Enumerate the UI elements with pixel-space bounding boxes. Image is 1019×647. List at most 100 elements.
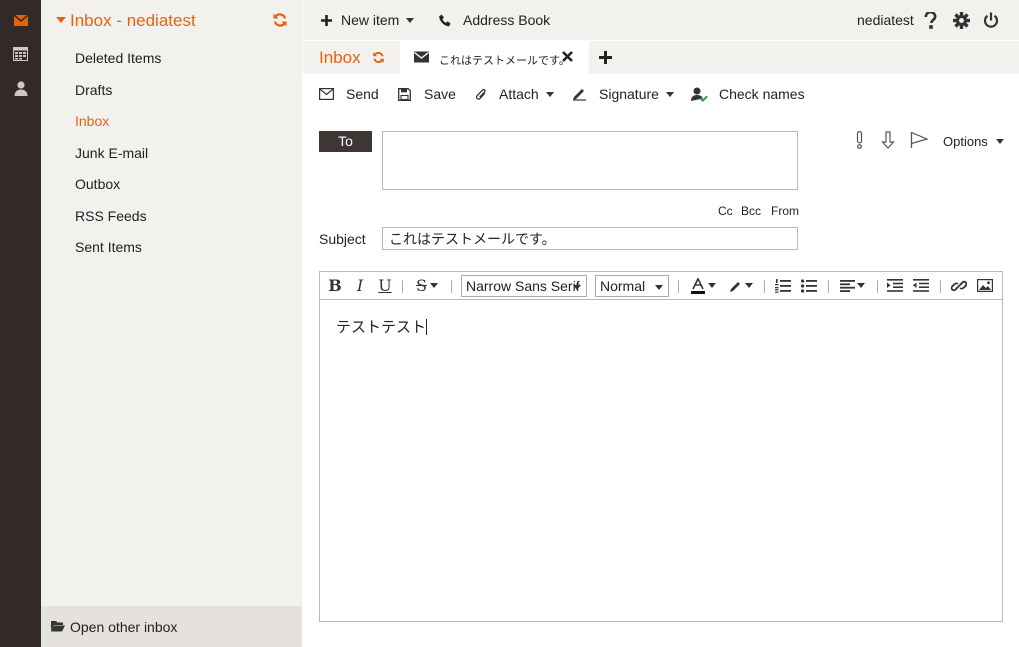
tab-compose-label: これはテストメールです。 — [439, 55, 570, 67]
toolbar-separator — [877, 280, 878, 293]
link-icon[interactable] — [948, 272, 970, 299]
subject-label: Subject — [319, 231, 366, 247]
to-recipients-field[interactable] — [382, 131, 798, 190]
add-tab-plus-icon[interactable] — [599, 51, 612, 64]
chevron-down-icon — [665, 91, 674, 97]
numbered-list-icon[interactable] — [772, 272, 794, 299]
signature-label: Signature — [599, 86, 659, 102]
text-cursor — [426, 319, 428, 335]
folder-panel: Inbox - nediatest Deleted Items Drafts I… — [41, 0, 302, 647]
power-icon[interactable] — [983, 0, 999, 40]
envelope-icon — [414, 51, 429, 63]
attach-button[interactable]: Attach — [475, 74, 554, 114]
folder-outbox[interactable]: Outbox — [75, 176, 120, 196]
bullet-list-icon[interactable] — [798, 272, 820, 299]
font-size-value: Normal — [600, 278, 646, 294]
cc-link[interactable]: Cc — [718, 204, 733, 218]
toolbar-separator — [451, 280, 452, 293]
folder-open-icon — [51, 620, 65, 632]
chevron-down-icon — [995, 139, 1004, 144]
low-importance-arrow-icon[interactable] — [881, 131, 895, 149]
highlight-pen-icon[interactable] — [726, 272, 756, 299]
from-link[interactable]: From — [771, 204, 799, 218]
contacts-icon[interactable] — [0, 71, 41, 105]
toolbar-separator — [764, 280, 765, 293]
folder-drafts[interactable]: Drafts — [75, 82, 112, 102]
paperclip-icon — [475, 87, 487, 102]
refresh-icon[interactable] — [272, 12, 288, 28]
attach-label: Attach — [499, 86, 539, 102]
open-other-inbox-label: Open other inbox — [70, 619, 178, 635]
tab-bar: Inbox これはテストメールです。 — [303, 41, 1019, 74]
calendar-icon[interactable] — [0, 37, 41, 71]
refresh-icon[interactable] — [372, 51, 385, 64]
to-button[interactable]: To — [319, 131, 372, 152]
floppy-icon — [398, 87, 411, 101]
bold-icon[interactable]: B — [324, 272, 346, 299]
help-icon[interactable] — [924, 0, 937, 40]
outdent-icon[interactable] — [910, 272, 932, 299]
compose-actions: Send Save Attach Signature Check names — [303, 74, 1019, 114]
mailbox-title[interactable]: Inbox - nediatest — [70, 11, 196, 31]
open-other-inbox-button[interactable]: Open other inbox — [41, 606, 302, 647]
toolbar-separator — [402, 280, 403, 293]
send-envelope-icon — [319, 88, 334, 100]
italic-icon[interactable]: I — [349, 272, 371, 299]
options-dropdown[interactable]: Options — [943, 134, 1004, 149]
save-button[interactable]: Save — [398, 74, 456, 114]
toolbar-separator — [940, 280, 941, 293]
send-label: Send — [346, 86, 379, 102]
new-item-label: New item — [341, 12, 400, 28]
folder-junk-email[interactable]: Junk E-mail — [75, 145, 148, 165]
folder-deleted-items[interactable]: Deleted Items — [75, 50, 161, 70]
username-label: nediatest — [857, 12, 914, 28]
tab-inbox[interactable]: Inbox — [303, 41, 399, 74]
address-book-label: Address Book — [463, 12, 551, 28]
message-body[interactable]: テストテスト — [336, 316, 428, 337]
plus-icon — [321, 14, 332, 26]
chevron-down-icon — [406, 17, 415, 23]
close-icon[interactable] — [562, 51, 573, 62]
folder-header: Inbox - nediatest — [41, 0, 302, 42]
save-label: Save — [424, 86, 456, 102]
folder-inbox[interactable]: Inbox — [75, 113, 109, 133]
address-book-button[interactable]: Address Book — [439, 0, 550, 40]
check-names-label: Check names — [719, 86, 805, 102]
bcc-link[interactable]: Bcc — [741, 204, 761, 218]
image-icon[interactable] — [974, 272, 996, 299]
pen-icon — [572, 87, 587, 101]
phone-icon — [439, 14, 451, 27]
new-item-button[interactable]: New item — [321, 0, 415, 40]
high-importance-icon[interactable] — [856, 131, 864, 149]
mail-icon[interactable] — [0, 3, 41, 37]
chevron-down-icon — [545, 91, 554, 97]
font-family-select[interactable]: Narrow Sans Serif — [461, 275, 587, 297]
tab-inbox-label: Inbox — [319, 48, 361, 67]
font-family-value: Narrow Sans Serif — [466, 278, 580, 294]
user-menu[interactable]: nediatest — [857, 0, 914, 40]
folder-rss-feeds[interactable]: RSS Feeds — [75, 208, 147, 228]
toolbar-separator — [828, 280, 829, 293]
user-check-icon — [691, 87, 708, 102]
message-body-text: テストテスト — [336, 319, 427, 336]
message-editor: B I U S Narrow Sans Serif Normal テストテスト — [319, 271, 1003, 622]
text-color-icon[interactable] — [688, 272, 718, 299]
settings-gear-icon[interactable] — [953, 0, 970, 40]
check-names-button[interactable]: Check names — [691, 74, 805, 114]
folder-sent-items[interactable]: Sent Items — [75, 239, 142, 259]
align-icon[interactable] — [836, 272, 868, 299]
signature-button[interactable]: Signature — [572, 74, 674, 114]
tab-compose-mail[interactable]: これはテストメールです。 — [400, 41, 589, 74]
top-toolbar: New item Address Book nediatest — [303, 0, 1019, 40]
font-size-select[interactable]: Normal — [595, 275, 669, 297]
strikethrough-icon[interactable]: S — [412, 272, 442, 299]
options-label: Options — [943, 134, 988, 149]
toolbar-separator — [678, 280, 679, 293]
collapse-caret-icon[interactable] — [56, 17, 66, 23]
indent-icon[interactable] — [884, 272, 906, 299]
subject-input[interactable] — [382, 227, 798, 250]
flag-icon[interactable] — [910, 131, 928, 149]
send-button[interactable]: Send — [319, 74, 379, 114]
underline-icon[interactable]: U — [374, 272, 396, 299]
app-rail — [0, 0, 41, 647]
